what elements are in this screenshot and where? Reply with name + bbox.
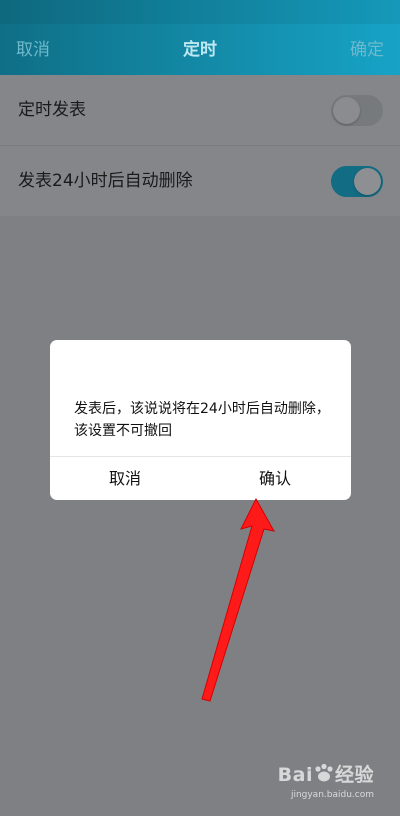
watermark-url: jingyan.baidu.com: [290, 790, 374, 800]
confirm-dialog: 发表后，该说说将在24小时后自动删除，该设置不可撤回 取消 确认: [50, 340, 351, 500]
auto-delete-toggle[interactable]: [331, 166, 383, 197]
scheduled-post-toggle[interactable]: [331, 95, 383, 126]
setting-label: 定时发表: [18, 100, 86, 120]
dialog-message: 发表后，该说说将在24小时后自动删除，该设置不可撤回: [74, 401, 330, 439]
watermark: Bai 经验 jingyan.baidu.com: [278, 760, 374, 800]
dialog-cancel-button[interactable]: 取消: [50, 457, 200, 500]
setting-row-scheduled-post[interactable]: 定时发表: [0, 75, 400, 146]
page-title: 定时: [183, 40, 217, 60]
status-bar: [0, 0, 400, 24]
toggle-knob: [333, 97, 360, 124]
toggle-knob: [354, 168, 381, 195]
annotation-arrow-icon: [201, 497, 275, 702]
setting-label: 发表24小时后自动删除: [18, 171, 193, 191]
setting-row-auto-delete[interactable]: 发表24小时后自动删除: [0, 146, 400, 216]
confirm-header-button[interactable]: 确定: [350, 38, 384, 62]
paw-icon: [313, 763, 335, 788]
title-bar: 取消 定时 确定: [0, 0, 400, 75]
watermark-logo: Bai 经验: [277, 763, 374, 788]
